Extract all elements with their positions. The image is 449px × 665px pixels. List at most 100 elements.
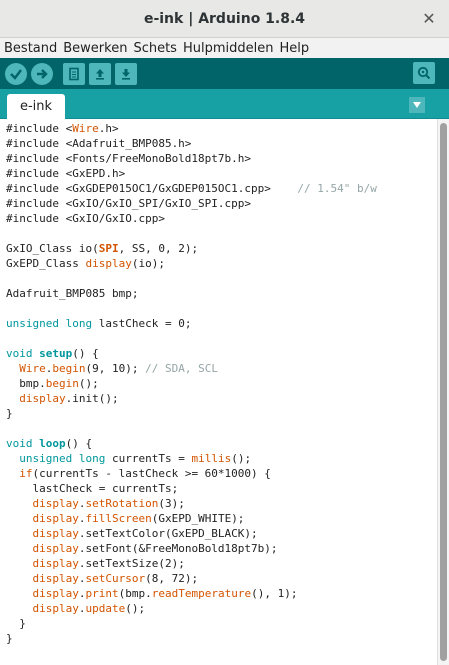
code-token: loop	[39, 437, 66, 450]
code-token: lastCheck = currentTs;	[6, 482, 179, 495]
code-token: ();	[78, 377, 99, 390]
code-token: display	[32, 602, 79, 615]
code-token: display	[32, 587, 79, 600]
code-token: ();	[125, 602, 146, 615]
code-token: (currentTs - lastCheck >= 60*1000) {	[32, 467, 271, 480]
code-line: if(currentTs - lastCheck >= 60*1000) {	[6, 466, 431, 481]
code-token: Wire	[19, 362, 46, 375]
code-line: display.setFont(&FreeMonoBold18pt7b);	[6, 541, 431, 556]
upload-icon	[37, 68, 48, 79]
code-token: void	[6, 347, 33, 360]
open-button[interactable]	[89, 62, 111, 85]
code-token: millis	[191, 452, 232, 465]
scrollbar-thumb[interactable]	[440, 123, 447, 661]
code-line: #include <Fonts/FreeMonoBold18pt7b.h>	[6, 151, 431, 166]
code-line: #include <GxIO/GxIO_SPI/GxIO_SPI.cpp>	[6, 196, 431, 211]
menu-bestand[interactable]: Bestand	[4, 41, 57, 56]
code-token: print	[85, 587, 119, 600]
menu-schets[interactable]: Schets	[133, 41, 177, 56]
code-line: #include <Adafruit_BMP085.h>	[6, 136, 431, 151]
save-button[interactable]	[115, 62, 137, 85]
code-token: #include <	[6, 122, 73, 135]
tab-menu-button[interactable]	[409, 97, 425, 113]
code-token: void	[6, 437, 33, 450]
code-token: currentTs =	[105, 452, 192, 465]
code-token: // SDA, SCL	[145, 362, 218, 375]
code-token: long	[65, 317, 93, 330]
code-line: display.setRotation(3);	[6, 496, 431, 511]
code-token: unsigned	[19, 452, 73, 465]
code-token: .init();	[65, 392, 119, 405]
code-token: (bmp.	[118, 587, 152, 600]
code-token: display	[19, 392, 66, 405]
verify-button[interactable]	[5, 62, 27, 85]
code-line: }	[6, 631, 431, 646]
code-line: display.print(bmp.readTemperature(), 1);	[6, 586, 431, 601]
code-token: GxEPD_Class	[6, 257, 86, 270]
code-token: begin	[45, 377, 79, 390]
code-line: }	[6, 616, 431, 631]
code-line: void setup() {	[6, 346, 431, 361]
code-token: setCursor	[85, 572, 146, 585]
tab-e-ink[interactable]: e-ink	[7, 94, 65, 119]
code-line: #include <GxGDEP015OC1/GxGDEP015OC1.cpp>…	[6, 181, 431, 196]
close-icon[interactable]: ✕	[419, 9, 439, 29]
code-text[interactable]: #include <Wire.h> #include <Adafruit_BMP0…	[6, 121, 431, 646]
code-line: Adafruit_BMP085 bmp;	[6, 286, 431, 301]
open-icon	[96, 68, 104, 80]
code-token: #include <GxEPD.h>	[6, 167, 126, 180]
menu-help[interactable]: Help	[279, 41, 309, 56]
upload-button[interactable]	[31, 62, 53, 85]
new-button[interactable]	[63, 62, 85, 85]
code-line: unsigned long lastCheck = 0;	[6, 316, 431, 331]
code-line: display.update();	[6, 601, 431, 616]
code-token: (9, 10);	[85, 362, 146, 375]
code-line: #include <Wire.h>	[6, 121, 431, 136]
code-token: #include <GxGDEP015OC1/GxGDEP015OC1.cpp>	[6, 182, 298, 195]
code-token: SPI	[98, 242, 119, 255]
code-token: }	[6, 407, 13, 420]
code-token: unsigned	[6, 317, 59, 330]
menu-bewerken[interactable]: Bewerken	[63, 41, 127, 56]
code-line: GxIO_Class io(SPI, SS, 0, 2);	[6, 241, 431, 256]
code-token: ();	[231, 452, 252, 465]
code-line: bmp.begin();	[6, 376, 431, 391]
editor-scrollbar[interactable]	[437, 119, 449, 665]
code-line: display.setTextColor(GxEPD_BLACK);	[6, 526, 431, 541]
code-token: (GxEPD_WHITE);	[151, 512, 245, 525]
code-token: display	[32, 497, 79, 510]
code-token: .h>	[98, 122, 119, 135]
code-editor[interactable]: #include <Wire.h> #include <Adafruit_BMP0…	[0, 119, 449, 665]
serial-monitor-button[interactable]	[413, 62, 435, 84]
code-token: #include <Fonts/FreeMonoBold18pt7b.h>	[6, 152, 252, 165]
chevron-down-icon	[413, 102, 421, 108]
code-token: display	[32, 557, 79, 570]
menu-hulpmiddelen[interactable]: Hulpmiddelen	[183, 41, 274, 56]
tab-bar: e-ink	[0, 89, 449, 119]
code-token: .setTextColor(GxEPD_BLACK);	[78, 527, 258, 540]
code-token: }	[6, 632, 13, 645]
code-token: display	[32, 542, 79, 555]
code-line: display.setCursor(8, 72);	[6, 571, 431, 586]
code-token: #include <Adafruit_BMP085.h>	[6, 137, 192, 150]
code-token: display	[32, 512, 79, 525]
code-token: if	[19, 467, 33, 480]
code-line: #include <GxEPD.h>	[6, 166, 431, 181]
menu-bar: Bestand Bewerken Schets Hulpmiddelen Hel…	[0, 38, 449, 58]
code-token: GxIO_Class io(	[6, 242, 99, 255]
code-token: (3);	[158, 497, 185, 510]
verify-icon	[10, 68, 22, 80]
toolbar	[0, 58, 449, 89]
code-line: display.setTextSize(2);	[6, 556, 431, 571]
code-token: (), 1);	[251, 587, 298, 600]
